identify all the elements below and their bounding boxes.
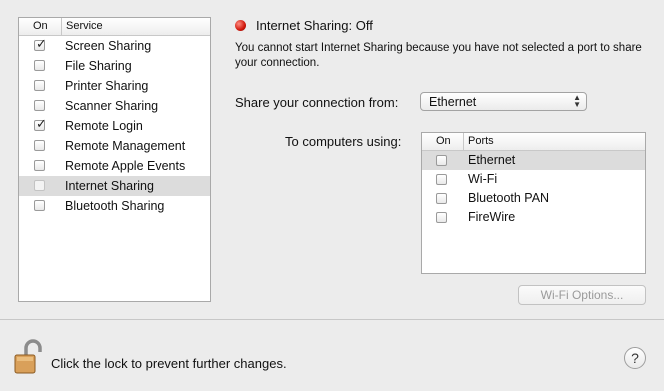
column-header-on[interactable]: On [33,20,48,32]
checkbox[interactable]: ✓ [34,116,47,131]
updown-arrows-icon: ▲ ▼ [573,93,581,109]
service-row[interactable]: ✓ Screen Sharing [19,36,210,56]
port-label: Wi-Fi [468,172,498,186]
ports-table-header: On Ports [422,133,645,151]
status-indicator-icon [235,20,246,31]
column-separator [463,133,464,150]
share-from-label: Share your connection from: [235,95,399,110]
checkmark-icon: ✓ [36,36,47,51]
service-row[interactable]: Internet Sharing [19,176,210,196]
checkbox[interactable] [34,60,45,71]
checkbox[interactable] [436,174,447,185]
column-separator [61,18,62,35]
checkbox[interactable] [436,193,447,204]
status-title: Internet Sharing: Off [256,18,373,33]
service-label: Internet Sharing [65,179,154,193]
service-label: Screen Sharing [65,39,152,53]
port-row[interactable]: FireWire [422,208,645,227]
service-label: Bluetooth Sharing [65,199,165,213]
column-header-service[interactable]: Service [66,20,103,32]
status-message: You cannot start Internet Sharing becaus… [235,42,642,69]
checkbox[interactable] [436,212,447,223]
wifi-options-button[interactable]: Wi-Fi Options... [518,285,646,305]
checkbox[interactable] [34,160,45,171]
checkbox[interactable] [34,100,45,111]
service-row[interactable]: File Sharing [19,56,210,76]
service-row[interactable]: ✓ Remote Login [19,116,210,136]
checkbox[interactable] [34,140,45,151]
checkbox[interactable] [34,80,45,91]
port-row[interactable]: Wi-Fi [422,170,645,189]
services-table: On Service ✓ Screen Sharing File Sharing Pr… [18,17,211,302]
port-label: Ethernet [468,153,516,167]
service-row[interactable]: Bluetooth Sharing [19,196,210,216]
lock-message: Click the lock to prevent further change… [51,356,287,371]
help-button[interactable]: ? [624,347,646,369]
service-row[interactable]: Printer Sharing [19,76,210,96]
service-row[interactable]: Scanner Sharing [19,96,210,116]
service-label: Remote Apple Events [65,159,186,173]
service-label: Remote Management [65,139,186,153]
service-label: Scanner Sharing [65,99,159,113]
checkmark-icon: ✓ [36,116,47,131]
checkbox[interactable] [436,155,447,166]
column-header-ports[interactable]: Ports [468,135,494,147]
service-label: Remote Login [65,119,143,133]
checkbox[interactable] [34,180,45,191]
checkbox[interactable]: ✓ [34,36,47,51]
ports-table: On Ports Ethernet Wi-Fi Bluetooth PAN FireW… [421,132,646,274]
share-from-popup[interactable]: Ethernet ▲ ▼ [420,92,587,111]
port-label: Bluetooth PAN [468,191,550,205]
port-row[interactable]: Ethernet [422,151,645,170]
service-row[interactable]: Remote Management [19,136,210,156]
checkbox[interactable] [34,200,45,211]
service-row[interactable]: Remote Apple Events [19,156,210,176]
services-list: ✓ Screen Sharing File Sharing Printer Shari… [19,36,210,216]
port-row[interactable]: Bluetooth PAN [422,189,645,208]
port-label: FireWire [468,210,516,224]
share-from-value: Ethernet [429,95,477,109]
column-header-on[interactable]: On [436,135,451,147]
to-computers-label: To computers using: [285,134,402,149]
footer-divider [0,319,664,320]
ports-list: Ethernet Wi-Fi Bluetooth PAN FireWire [422,151,645,227]
service-label: File Sharing [65,59,132,73]
lock-open-icon[interactable] [12,338,44,376]
services-table-header: On Service [19,18,210,36]
service-label: Printer Sharing [65,79,149,93]
